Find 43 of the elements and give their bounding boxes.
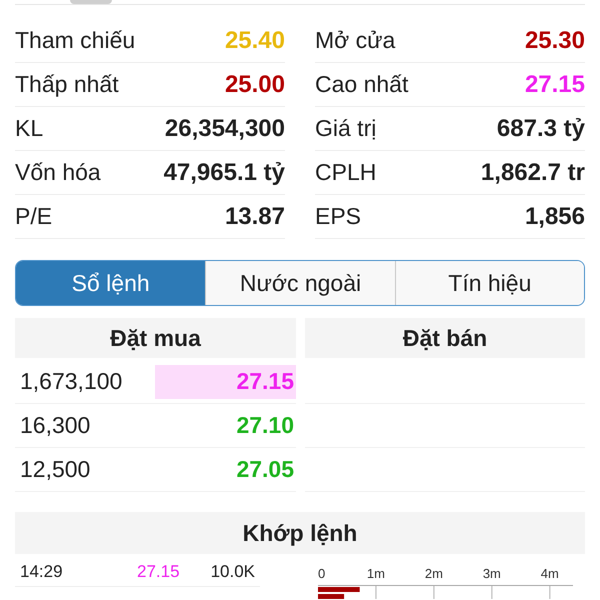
axis-tick-label: 4m (540, 566, 559, 581)
column-header: Đặt bán (305, 318, 585, 358)
volume-bar (318, 587, 360, 592)
trade-volume: 10.0K (210, 562, 255, 582)
stat-value: 25.00 (224, 70, 285, 98)
stat-label: Thấp nhất (15, 71, 119, 98)
stat-value: 1,862.7 tr (480, 158, 585, 186)
stat-value: 25.30 (524, 26, 585, 54)
stat-label: Vốn hóa (15, 159, 101, 186)
bid-price: 27.15 (155, 364, 296, 398)
button-edge (70, 0, 112, 4)
stat-value: 27.15 (524, 70, 585, 98)
bid-volume: 12,500 (19, 456, 90, 483)
tab[interactable]: Sổ lệnh (16, 261, 206, 305)
axis-tick-label: 2m (424, 566, 443, 581)
stat-label: EPS (315, 203, 362, 230)
stat-label: KL (15, 115, 44, 142)
trade-time: 14:29 (20, 562, 64, 582)
axis-tick-label: 0 (318, 566, 326, 581)
column-header: Đặt mua (15, 318, 296, 358)
bid-volume: 1,673,100 (19, 368, 122, 395)
stat-label: Mở cửa (315, 27, 396, 54)
bid-price: 27.10 (235, 411, 295, 440)
stat-value: 13.87 (224, 202, 285, 230)
bid-volume: 16,300 (19, 412, 90, 439)
stat-value: 25.40 (224, 26, 285, 54)
section-header: Khớp lệnh (15, 512, 585, 554)
axis-tick-label: 3m (482, 566, 501, 581)
stat-value: 47,965.1 tỷ (164, 158, 285, 186)
tab[interactable]: Nước ngoài (205, 261, 395, 305)
stat-value: 687.3 tỷ (496, 114, 585, 142)
axis-tick-label: 1m (366, 566, 385, 581)
stat-label: Cao nhất (315, 71, 408, 98)
trade-price: 27.15 (137, 562, 181, 582)
tab[interactable]: Tín hiệu (394, 261, 584, 305)
stat-label: Tham chiếu (15, 27, 136, 54)
stat-label: P/E (15, 203, 52, 230)
volume-bar (318, 594, 344, 599)
stat-label: Giá trị (315, 115, 376, 142)
stat-value: 26,354,300 (164, 114, 285, 142)
bid-price: 27.05 (235, 455, 295, 484)
stat-value: 1,856 (524, 202, 585, 230)
stat-label: CPLH (315, 159, 376, 186)
